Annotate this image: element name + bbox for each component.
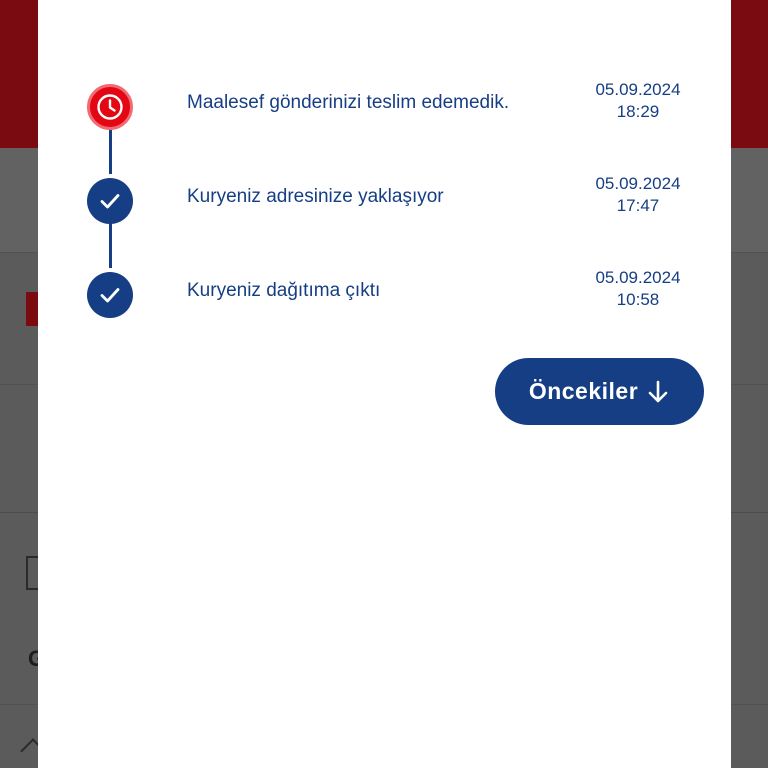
timeline-item-text: Kuryeniz adresinize yaklaşıyor xyxy=(187,186,444,207)
clock-icon xyxy=(87,84,133,130)
timeline-item-done: Kuryeniz dağıtıma çıktı 05.09.2024 10:58 xyxy=(38,264,731,324)
timeline-item-time: 17:47 xyxy=(616,196,660,215)
timeline-item-text: Maalesef gönderinizi teslim edemedik. xyxy=(187,92,510,113)
timeline-item-time: 18:29 xyxy=(616,102,660,121)
timeline-item-date: 05.09.2024 xyxy=(595,174,681,193)
checkmark-icon xyxy=(87,272,133,318)
timeline-item-failed: Maalesef gönderinizi teslim edemedik. 05… xyxy=(38,76,731,136)
timeline-item-date: 05.09.2024 xyxy=(595,80,681,99)
timeline-item-text: Kuryeniz dağıtıma çıktı xyxy=(187,280,381,301)
previous-events-label: Öncekiler xyxy=(528,378,639,404)
timeline-item-time: 10:58 xyxy=(616,290,660,309)
previous-events-button[interactable]: Öncekiler xyxy=(495,358,704,425)
timeline-item-date: 05.09.2024 xyxy=(595,268,681,287)
shipment-timeline: Maalesef gönderinizi teslim edemedik. 05… xyxy=(38,0,731,340)
shipment-history-sheet: Maalesef gönderinizi teslim edemedik. 05… xyxy=(38,0,731,768)
arrow-down-icon xyxy=(648,380,668,402)
checkmark-icon xyxy=(87,178,133,224)
timeline-item-done: Kuryeniz adresinize yaklaşıyor 05.09.202… xyxy=(38,170,731,230)
